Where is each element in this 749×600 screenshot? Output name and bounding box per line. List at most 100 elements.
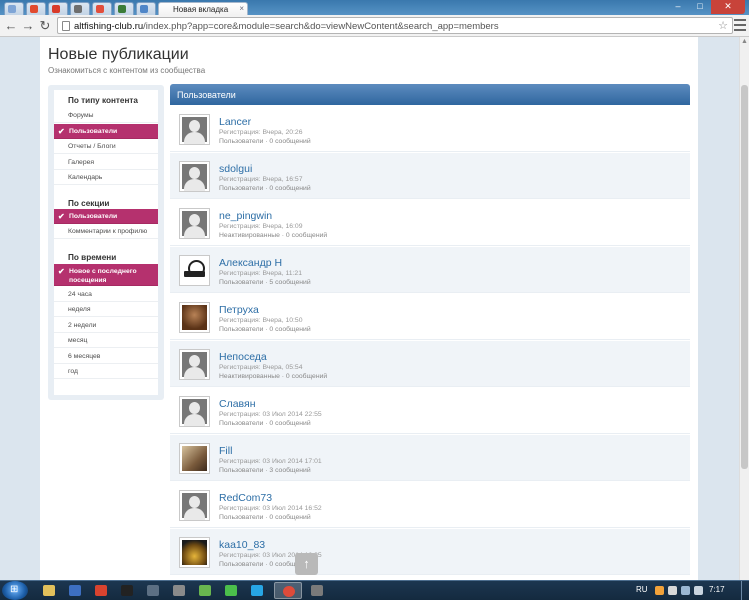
browser-tab[interactable] <box>114 2 134 15</box>
member-row: Непоседа Регистрация: Вчера, 05:54 Неактив… <box>170 341 690 387</box>
scroll-up-arrow-icon[interactable]: ▲ <box>741 38 748 45</box>
browser-tab-active[interactable]: Новая вкладка × <box>158 2 248 15</box>
filter-item-calendar[interactable]: Календарь <box>54 170 158 185</box>
member-group-posts: Неактивированные · 0 сообщений <box>219 373 328 380</box>
filter-item-year[interactable]: год <box>54 364 158 379</box>
maximize-button[interactable]: □ <box>689 0 711 14</box>
filter-item-2-weeks[interactable]: 2 недели <box>54 318 158 333</box>
tray-flag-icon[interactable] <box>668 586 677 595</box>
member-row: Александр Н Регистрация: Вчера, 11:21 Поль… <box>170 247 690 293</box>
favicon-icon <box>52 5 60 13</box>
member-name-link[interactable]: sdolgui <box>219 163 252 175</box>
tray-app-icon[interactable] <box>655 586 664 595</box>
clock[interactable]: 7:17 <box>709 585 725 594</box>
filter-item-week[interactable]: неделя <box>54 302 158 317</box>
member-row: sdolgui Регистрация: Вчера, 16:57 Пользова… <box>170 153 690 199</box>
browser-tab[interactable] <box>92 2 112 15</box>
filter-item-blogs[interactable]: Отчеты / Блоги <box>54 139 158 154</box>
language-indicator[interactable]: RU <box>636 585 648 594</box>
taskbar-app-download[interactable] <box>194 582 216 599</box>
browser-tab[interactable] <box>26 2 46 15</box>
favicon-icon <box>118 5 126 13</box>
member-name-link[interactable]: Александр Н <box>219 257 282 269</box>
filter-item-profile-comments[interactable]: Комментарии к профилю <box>54 224 158 239</box>
filter-item-month[interactable]: месяц <box>54 333 158 348</box>
member-name-link[interactable]: Fill <box>219 445 232 457</box>
filter-item-forums[interactable]: Форумы <box>54 108 158 123</box>
avatar-image <box>182 399 207 426</box>
filter-item-section-members[interactable]: ✔ Пользователи <box>54 209 158 224</box>
browser-tab[interactable] <box>70 2 90 15</box>
close-icon[interactable]: × <box>239 4 244 13</box>
filter-item-6-months[interactable]: 6 месяцев <box>54 349 158 364</box>
bookmark-star-icon[interactable]: ☆ <box>718 19 728 32</box>
filter-heading-section: По секции <box>68 199 110 208</box>
minimize-button[interactable]: – <box>667 0 689 14</box>
filter-sidebar: По типу контента Форумы ✔ Пользователи От… <box>48 85 164 400</box>
show-desktop-button[interactable] <box>741 581 749 600</box>
windows-logo-icon: ⊞ <box>10 584 19 595</box>
filter-item-since-last-visit[interactable]: ✔ Новое с последнего посещения <box>54 264 158 286</box>
member-name-link[interactable]: RedCom73 <box>219 492 272 504</box>
browser-tab[interactable] <box>136 2 156 15</box>
back-arrow-icon[interactable]: ← <box>3 18 19 34</box>
back-to-top-button[interactable]: ↑ <box>295 553 318 575</box>
member-avatar[interactable] <box>179 443 210 474</box>
member-row: kaa10_83 Регистрация: 03 Июл 2014 16:35 По… <box>170 529 690 575</box>
start-button[interactable]: ⊞ <box>2 581 28 600</box>
taskbar-app-media[interactable] <box>90 582 112 599</box>
filter-item-24h[interactable]: 24 часа <box>54 287 158 302</box>
member-avatar[interactable] <box>179 114 210 145</box>
taskbar-app-terminal[interactable] <box>116 582 138 599</box>
member-name-link[interactable]: Петруха <box>219 304 259 316</box>
avatar-image <box>182 493 207 520</box>
page-viewport: Новые публикации Ознакомиться с контенто… <box>0 37 739 580</box>
filter-item-gallery[interactable]: Галерея <box>54 155 158 170</box>
forward-arrow-icon[interactable]: → <box>20 18 36 34</box>
network-icon[interactable] <box>681 586 690 595</box>
scrollbar-thumb[interactable] <box>741 85 748 469</box>
filter-item-members[interactable]: ✔ Пользователи <box>54 124 158 139</box>
member-name-link[interactable]: kaa10_83 <box>219 539 265 551</box>
word-icon <box>69 585 81 596</box>
page-subtitle: Ознакомиться с контентом из сообщества <box>48 66 206 75</box>
browser-tab[interactable] <box>4 2 24 15</box>
address-bar[interactable]: altfishing-club.ru/index.php?app=core&mo… <box>57 17 733 34</box>
browser-menu-icon[interactable] <box>734 19 746 31</box>
member-avatar[interactable] <box>179 161 210 192</box>
favicon-icon <box>140 5 148 13</box>
window-close-button[interactable]: ✕ <box>711 0 745 14</box>
taskbar-app-steam[interactable] <box>142 582 164 599</box>
browser-tab[interactable] <box>48 2 68 15</box>
filter-list: По типу контента Форумы ✔ Пользователи От… <box>54 90 158 395</box>
member-name-link[interactable]: Lancer <box>219 116 251 128</box>
window-controls: – □ ✕ <box>667 0 745 14</box>
skype-icon <box>251 585 263 596</box>
member-avatar[interactable] <box>179 537 210 568</box>
member-avatar[interactable] <box>179 349 210 380</box>
member-name-link[interactable]: ne_pingwin <box>219 210 272 222</box>
checkmark-icon: ✔ <box>58 127 65 136</box>
filter-heading-time: По времени <box>68 253 117 262</box>
taskbar-app-chrome[interactable] <box>274 582 302 599</box>
member-avatar[interactable] <box>179 396 210 427</box>
taskbar-app-word[interactable] <box>64 582 86 599</box>
page-icon <box>62 21 70 31</box>
taskbar-app-skype[interactable] <box>246 582 268 599</box>
member-name-link[interactable]: Славян <box>219 398 256 410</box>
archive-icon <box>173 585 185 596</box>
member-row: Петруха Регистрация: Вчера, 10:50 Пользова… <box>170 294 690 340</box>
page-scrollbar[interactable]: ▲ <box>739 37 749 580</box>
volume-icon[interactable] <box>694 586 703 595</box>
reload-icon[interactable]: ↻ <box>37 18 53 34</box>
member-avatar[interactable] <box>179 302 210 333</box>
member-avatar[interactable] <box>179 208 210 239</box>
taskbar-app-other[interactable] <box>306 582 328 599</box>
member-registration-date: Регистрация: Вчера, 05:54 <box>219 364 303 371</box>
member-avatar[interactable] <box>179 490 210 521</box>
taskbar-app-game[interactable] <box>220 582 242 599</box>
member-name-link[interactable]: Непоседа <box>219 351 267 363</box>
member-avatar[interactable] <box>179 255 210 286</box>
taskbar-app-archive[interactable] <box>168 582 190 599</box>
taskbar-app-explorer[interactable] <box>38 582 60 599</box>
